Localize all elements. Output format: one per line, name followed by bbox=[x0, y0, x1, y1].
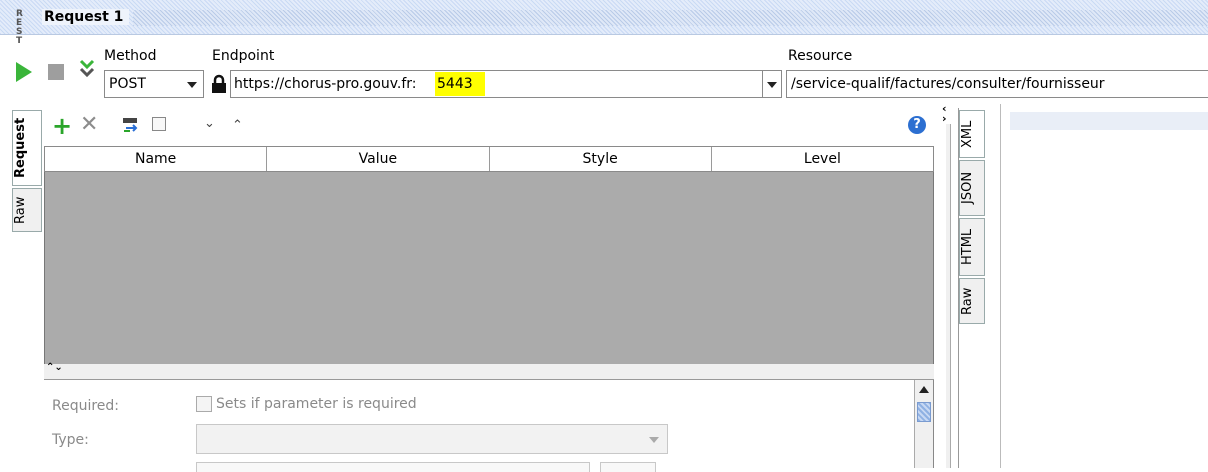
splitter-arrows-icon[interactable]: ⌃⌄ bbox=[46, 362, 63, 373]
scroll-up-icon[interactable] bbox=[919, 386, 929, 393]
params-table-body[interactable] bbox=[44, 172, 934, 364]
rest-icon: RE ST bbox=[16, 10, 28, 46]
col-level-header[interactable]: Level bbox=[712, 147, 933, 171]
resource-input[interactable]: /service-qualif/factures/consulter/fourn… bbox=[786, 70, 1208, 98]
method-dropdown-arrow-icon[interactable] bbox=[187, 82, 197, 88]
tab-html[interactable]: HTML bbox=[959, 218, 985, 276]
run-icon[interactable] bbox=[16, 62, 32, 82]
type-dropdown-arrow-icon bbox=[649, 437, 659, 443]
move-up-icon[interactable]: ⌃ bbox=[232, 118, 243, 133]
method-value: POST bbox=[109, 76, 146, 92]
resource-label: Resource bbox=[788, 48, 853, 64]
tab-request-raw[interactable]: Raw bbox=[12, 188, 42, 232]
endpoint-label: Endpoint bbox=[212, 48, 275, 64]
endpoint-port-highlight: 5443 bbox=[435, 72, 485, 96]
col-value-header[interactable]: Value bbox=[267, 147, 490, 171]
next-field-button[interactable] bbox=[600, 462, 656, 472]
col-name-header[interactable]: Name bbox=[45, 147, 268, 171]
details-scrollbar[interactable] bbox=[914, 380, 934, 468]
collapse-left-icon[interactable]: ‹ › bbox=[942, 103, 947, 124]
tab-request[interactable]: Request bbox=[12, 110, 42, 186]
stop-icon[interactable] bbox=[48, 64, 64, 80]
lock-icon bbox=[211, 74, 227, 94]
move-down-icon[interactable]: ⌄ bbox=[204, 116, 215, 131]
method-select[interactable]: POST bbox=[104, 70, 204, 98]
rest-icon-text: RE ST bbox=[16, 9, 24, 46]
tab-json[interactable]: JSON bbox=[959, 160, 985, 216]
url-encode-icon[interactable] bbox=[122, 116, 144, 134]
expand-all-icon[interactable] bbox=[152, 117, 166, 131]
type-select[interactable] bbox=[196, 424, 668, 454]
details-splitter[interactable]: ⌃⌄ bbox=[44, 362, 934, 380]
scroll-thumb[interactable] bbox=[917, 402, 931, 422]
required-label: Required: bbox=[52, 398, 120, 414]
response-side-tabs: XML JSON HTML Raw bbox=[958, 108, 987, 468]
request-title: Request 1 bbox=[42, 9, 130, 25]
endpoint-host: https://chorus-pro.gouv.fr: bbox=[234, 76, 417, 92]
remove-param-icon[interactable]: ✕ bbox=[80, 114, 98, 136]
params-table-header: Name Value Style Level bbox=[44, 146, 934, 172]
help-icon[interactable]: ? bbox=[908, 116, 926, 134]
resource-value: /service-qualif/factures/consulter/fourn… bbox=[791, 76, 1105, 92]
endpoint-dropdown-arrow-icon bbox=[767, 82, 777, 88]
required-checkbox[interactable] bbox=[196, 396, 212, 412]
submit-options-icon[interactable] bbox=[78, 58, 96, 80]
response-content[interactable] bbox=[1000, 104, 1208, 468]
tab-response-raw[interactable]: Raw bbox=[959, 278, 985, 324]
response-current-line bbox=[1010, 112, 1208, 130]
tab-xml[interactable]: XML bbox=[959, 110, 985, 158]
request-side-tabs: Request Raw bbox=[12, 108, 44, 468]
pane-divider[interactable] bbox=[946, 124, 951, 468]
method-label: Method bbox=[104, 48, 157, 64]
type-label: Type: bbox=[52, 432, 89, 448]
param-details-panel: Required: Sets if parameter is required … bbox=[44, 380, 912, 472]
add-param-icon[interactable]: + bbox=[52, 114, 72, 138]
required-checkbox-text: Sets if parameter is required bbox=[216, 396, 417, 412]
col-style-header[interactable]: Style bbox=[490, 147, 712, 171]
endpoint-input[interactable]: https://chorus-pro.gouv.fr: 5443 bbox=[230, 70, 782, 98]
next-field-input[interactable] bbox=[196, 462, 590, 472]
endpoint-dropdown-button[interactable] bbox=[762, 70, 782, 98]
title-bar-pattern bbox=[133, 10, 1208, 26]
